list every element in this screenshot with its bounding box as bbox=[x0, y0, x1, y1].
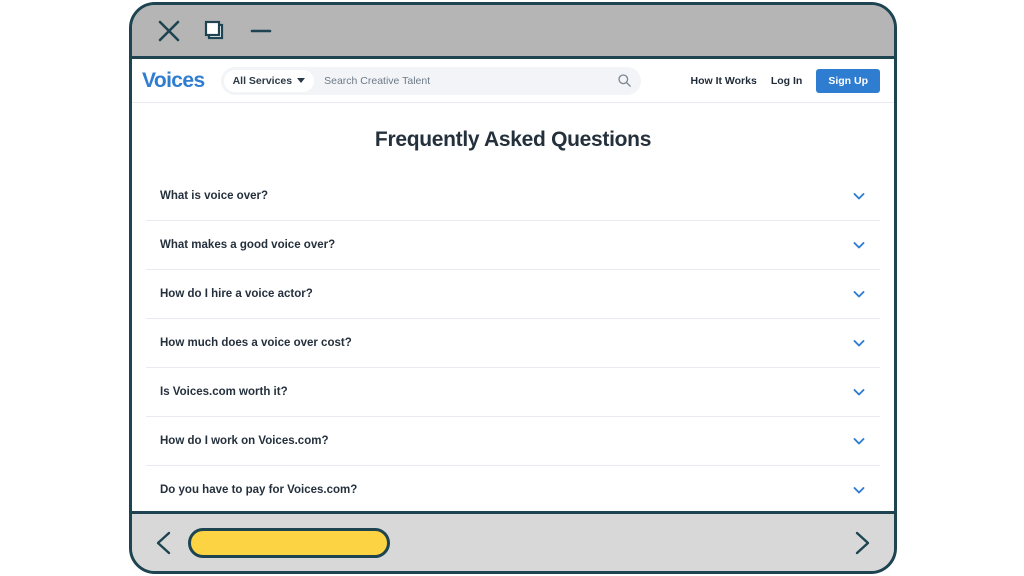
faq-question: What is voice over? bbox=[160, 189, 269, 202]
faq-question: Is Voices.com worth it? bbox=[160, 386, 288, 398]
chevron-down-icon[interactable] bbox=[851, 482, 867, 498]
chevron-right-icon[interactable] bbox=[844, 526, 878, 560]
search-icon[interactable] bbox=[613, 69, 637, 93]
chevron-down-icon[interactable] bbox=[851, 384, 867, 400]
site-header: Voices All Services Search Creative Tale… bbox=[132, 59, 894, 103]
voices-logo[interactable]: Voices bbox=[142, 69, 205, 93]
scrollbar-thumb[interactable] bbox=[188, 527, 390, 558]
chevron-down-icon[interactable] bbox=[851, 188, 867, 204]
window-title-bar bbox=[132, 5, 894, 59]
faq-item[interactable]: Do you have to pay for Voices.com? bbox=[146, 465, 880, 514]
faq-item[interactable]: What makes a good voice over? bbox=[146, 220, 880, 269]
nav-how-it-works[interactable]: How It Works bbox=[691, 75, 757, 87]
faq-item[interactable]: How do I work on Voices.com? bbox=[146, 416, 880, 465]
page-title: Frequently Asked Questions bbox=[374, 128, 652, 151]
page-viewport: Voices All Services Search Creative Tale… bbox=[132, 59, 894, 517]
faq-item[interactable]: Is Voices.com worth it? bbox=[146, 367, 880, 416]
faq-item[interactable]: How much does a voice over cost? bbox=[146, 318, 880, 367]
all-services-label: All Services bbox=[232, 74, 293, 87]
faq-question: How do I work on Voices.com? bbox=[160, 435, 329, 447]
search-bar: All Services Search Creative Talent bbox=[220, 66, 641, 95]
faq-question: Do you have to pay for Voices.com? bbox=[160, 484, 358, 496]
faq-question: How much does a voice over cost? bbox=[160, 337, 352, 349]
bottom-navigation-bar bbox=[132, 511, 894, 571]
sign-up-button[interactable]: Sign Up bbox=[816, 68, 880, 93]
chevron-left-icon[interactable] bbox=[148, 526, 182, 560]
chevron-down-icon[interactable] bbox=[851, 237, 867, 253]
chevron-down-icon[interactable] bbox=[851, 335, 867, 351]
chevron-down-icon[interactable] bbox=[851, 433, 867, 449]
faq-list: What is voice over? What makes a good vo… bbox=[144, 171, 882, 517]
chevron-down-icon[interactable] bbox=[851, 286, 867, 302]
search-input[interactable]: Search Creative Talent bbox=[314, 75, 612, 87]
faq-section: Frequently Asked Questions What is voice… bbox=[132, 103, 894, 517]
browser-window: Voices All Services Search Creative Tale… bbox=[129, 2, 897, 574]
minimize-icon[interactable] bbox=[246, 16, 276, 46]
restore-window-icon[interactable] bbox=[200, 16, 230, 46]
faq-item[interactable]: How do I hire a voice actor? bbox=[146, 269, 880, 318]
header-nav: How It Works Log In Sign Up bbox=[677, 68, 880, 93]
faq-question: How do I hire a voice actor? bbox=[160, 288, 313, 300]
close-icon[interactable] bbox=[154, 16, 184, 46]
faq-item[interactable]: What is voice over? bbox=[146, 171, 880, 220]
horizontal-scrollbar[interactable] bbox=[188, 526, 838, 560]
chevron-down-icon bbox=[297, 78, 306, 83]
all-services-dropdown[interactable]: All Services bbox=[223, 69, 315, 92]
nav-log-in[interactable]: Log In bbox=[771, 75, 803, 87]
faq-question: What makes a good voice over? bbox=[160, 239, 336, 251]
